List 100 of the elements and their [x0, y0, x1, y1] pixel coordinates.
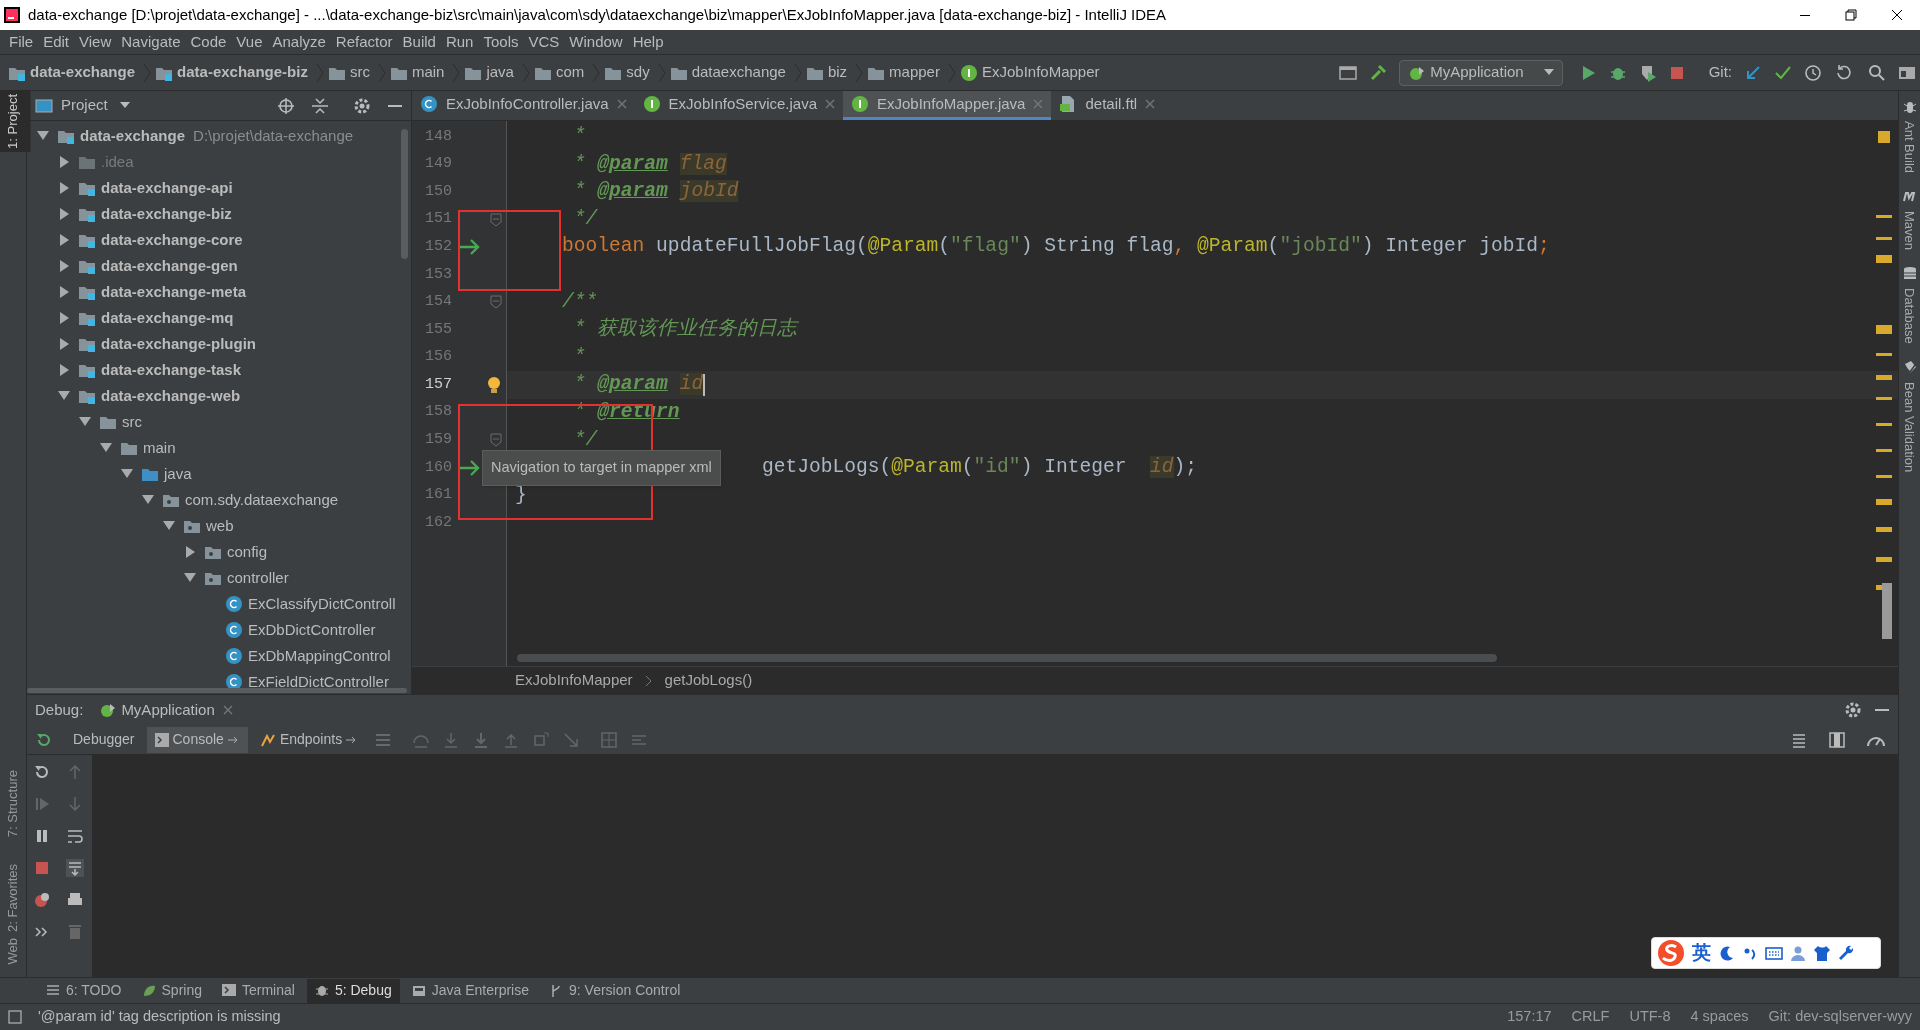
breadcrumb-item[interactable]: getJobLogs(): [664, 669, 753, 692]
menu-item[interactable]: View: [74, 30, 117, 54]
tree-item[interactable]: data-exchange-core: [27, 227, 411, 253]
tool-window-tab[interactable]: 5: Debug: [306, 978, 400, 1003]
editor-tab[interactable]: ExJobInfoService.java: [634, 91, 843, 120]
tool-window-tab[interactable]: Maven: [1899, 211, 1920, 251]
tree-item[interactable]: data-exchange-gen: [27, 253, 411, 279]
breadcrumb-item[interactable]: com: [533, 61, 585, 84]
project-view-dropdown[interactable]: Project: [61, 94, 130, 117]
fold-marker-icon[interactable]: [490, 212, 502, 227]
menu-item[interactable]: Code: [185, 30, 232, 54]
status-item[interactable]: Git: dev-sqlserver-wyy: [1768, 1006, 1912, 1028]
collapsed-arrow-icon[interactable]: [58, 364, 70, 376]
menu-item[interactable]: Refactor: [330, 30, 398, 54]
window-icon[interactable]: [1339, 64, 1358, 81]
locate-icon[interactable]: [277, 96, 295, 115]
tree-item[interactable]: data-exchange-plugin: [27, 331, 411, 357]
close-icon[interactable]: [616, 99, 627, 109]
history-clock-icon[interactable]: [1804, 63, 1822, 82]
keyboard-icon[interactable]: [1765, 944, 1783, 962]
status-item[interactable]: 4 spaces: [1690, 1006, 1749, 1028]
collapsed-arrow-icon[interactable]: [58, 338, 70, 350]
navigate-arrow-icon[interactable]: [458, 458, 482, 477]
breadcrumb-item[interactable]: src: [327, 61, 370, 84]
update-arrow-icon[interactable]: [1744, 63, 1762, 82]
status-item[interactable]: UTF-8: [1629, 1006, 1671, 1028]
breadcrumb-item[interactable]: ExJobInfoMapper: [959, 61, 1100, 84]
revert-icon[interactable]: [1834, 63, 1852, 82]
tree-item[interactable]: data-exchange-api: [27, 175, 411, 201]
breakpoints-icon[interactable]: [33, 891, 51, 909]
breadcrumb-item[interactable]: biz: [805, 61, 848, 84]
breadcrumb-item[interactable]: data-exchange: [8, 61, 136, 84]
stop-icon[interactable]: [33, 859, 51, 877]
menu-item[interactable]: File: [4, 30, 39, 54]
tree-item[interactable]: ExDbMappingControl: [27, 643, 411, 669]
debug-tab[interactable]: Console: [146, 726, 248, 753]
status-item[interactable]: 157:17: [1507, 1006, 1552, 1028]
tree-item[interactable]: ExDbDictController: [27, 617, 411, 643]
close-icon[interactable]: [222, 705, 233, 715]
tree-item[interactable]: com.sdy.dataexchange: [27, 487, 411, 513]
tree-item[interactable]: src: [27, 409, 411, 435]
tool-window-tab[interactable]: Ant Build: [1899, 121, 1920, 174]
input-mode-toggle[interactable]: 英: [1692, 938, 1711, 968]
menu-item[interactable]: VCS: [523, 30, 565, 54]
bean-validation-icon[interactable]: [1902, 359, 1917, 374]
collapsed-arrow-icon[interactable]: [184, 546, 196, 558]
breadcrumb-item[interactable]: sdy: [604, 61, 650, 84]
expanded-arrow-icon[interactable]: [58, 390, 70, 402]
expanded-arrow-icon[interactable]: [79, 416, 91, 428]
scrollbar-thumb[interactable]: [401, 129, 408, 259]
menu-item[interactable]: Run: [440, 30, 479, 54]
menu-item[interactable]: Navigate: [116, 30, 186, 54]
tool-window-tab[interactable]: 6: TODO: [38, 978, 130, 1003]
breadcrumb-item[interactable]: ExJobInfoMapper: [515, 669, 633, 692]
settings-icon[interactable]: [1844, 701, 1862, 719]
tool-window-tab[interactable]: Java Enterprise: [403, 978, 537, 1003]
tool-window-tab[interactable]: 1: Project: [0, 91, 31, 152]
tree-item[interactable]: data-exchange-meta: [27, 279, 411, 305]
tool-window-tab[interactable]: Web: [0, 934, 31, 967]
debug-tab[interactable]: Debugger: [65, 726, 143, 753]
tree-item[interactable]: data-exchange-biz: [27, 201, 411, 227]
ant-icon[interactable]: [1902, 99, 1917, 113]
breadcrumb-item[interactable]: data-exchange-biz: [155, 61, 308, 84]
status-item[interactable]: CRLF: [1571, 1006, 1610, 1028]
collapse-all-icon[interactable]: [311, 96, 329, 115]
scrollbar-thumb[interactable]: [517, 654, 1497, 662]
tree-item[interactable]: main: [27, 435, 411, 461]
expanded-arrow-icon[interactable]: [121, 468, 133, 480]
tool-window-tab[interactable]: Spring: [133, 978, 210, 1003]
tool-window-tab[interactable]: 9: Version Control: [541, 978, 689, 1003]
menu-item[interactable]: Help: [627, 30, 669, 54]
expanded-arrow-icon[interactable]: [142, 494, 154, 506]
tree-item[interactable]: data-exchange-task: [27, 357, 411, 383]
expanded-arrow-icon[interactable]: [37, 130, 49, 142]
tool-window-tab[interactable]: Database: [1899, 288, 1920, 344]
collapsed-arrow-icon[interactable]: [58, 312, 70, 324]
tool-window-tab[interactable]: 7: Structure: [0, 767, 31, 841]
run-config-dropdown[interactable]: MyApplication: [1399, 59, 1563, 86]
editor-tab[interactable]: ExJobInfoMapper.java: [843, 91, 1052, 120]
ime-logo-icon[interactable]: [1656, 939, 1686, 967]
menu-item[interactable]: Build: [397, 30, 441, 54]
expanded-arrow-icon[interactable]: [184, 572, 196, 584]
close-icon[interactable]: [825, 99, 835, 109]
breadcrumb-item[interactable]: dataexchange: [669, 61, 786, 84]
debug-session-tab[interactable]: MyApplication: [95, 698, 237, 722]
tree-item[interactable]: ExClassifyDictControll: [27, 591, 411, 617]
tree-item[interactable]: java: [27, 461, 411, 487]
collapsed-arrow-icon[interactable]: [58, 182, 70, 194]
user-icon[interactable]: [1789, 944, 1807, 962]
shirt-icon[interactable]: [1813, 944, 1831, 962]
stop-icon[interactable]: [1668, 64, 1685, 81]
tool-window-tab[interactable]: 2: Favorites: [0, 860, 31, 935]
settings-icon[interactable]: [353, 96, 371, 115]
expanded-arrow-icon[interactable]: [100, 442, 112, 454]
close-icon[interactable]: [1145, 99, 1156, 109]
fold-marker-icon[interactable]: [490, 295, 502, 310]
menu-item[interactable]: Window: [564, 30, 628, 54]
wrench-icon[interactable]: [1837, 944, 1855, 962]
menu-item[interactable]: Vue: [231, 30, 268, 54]
layout-icon[interactable]: [1898, 64, 1916, 81]
